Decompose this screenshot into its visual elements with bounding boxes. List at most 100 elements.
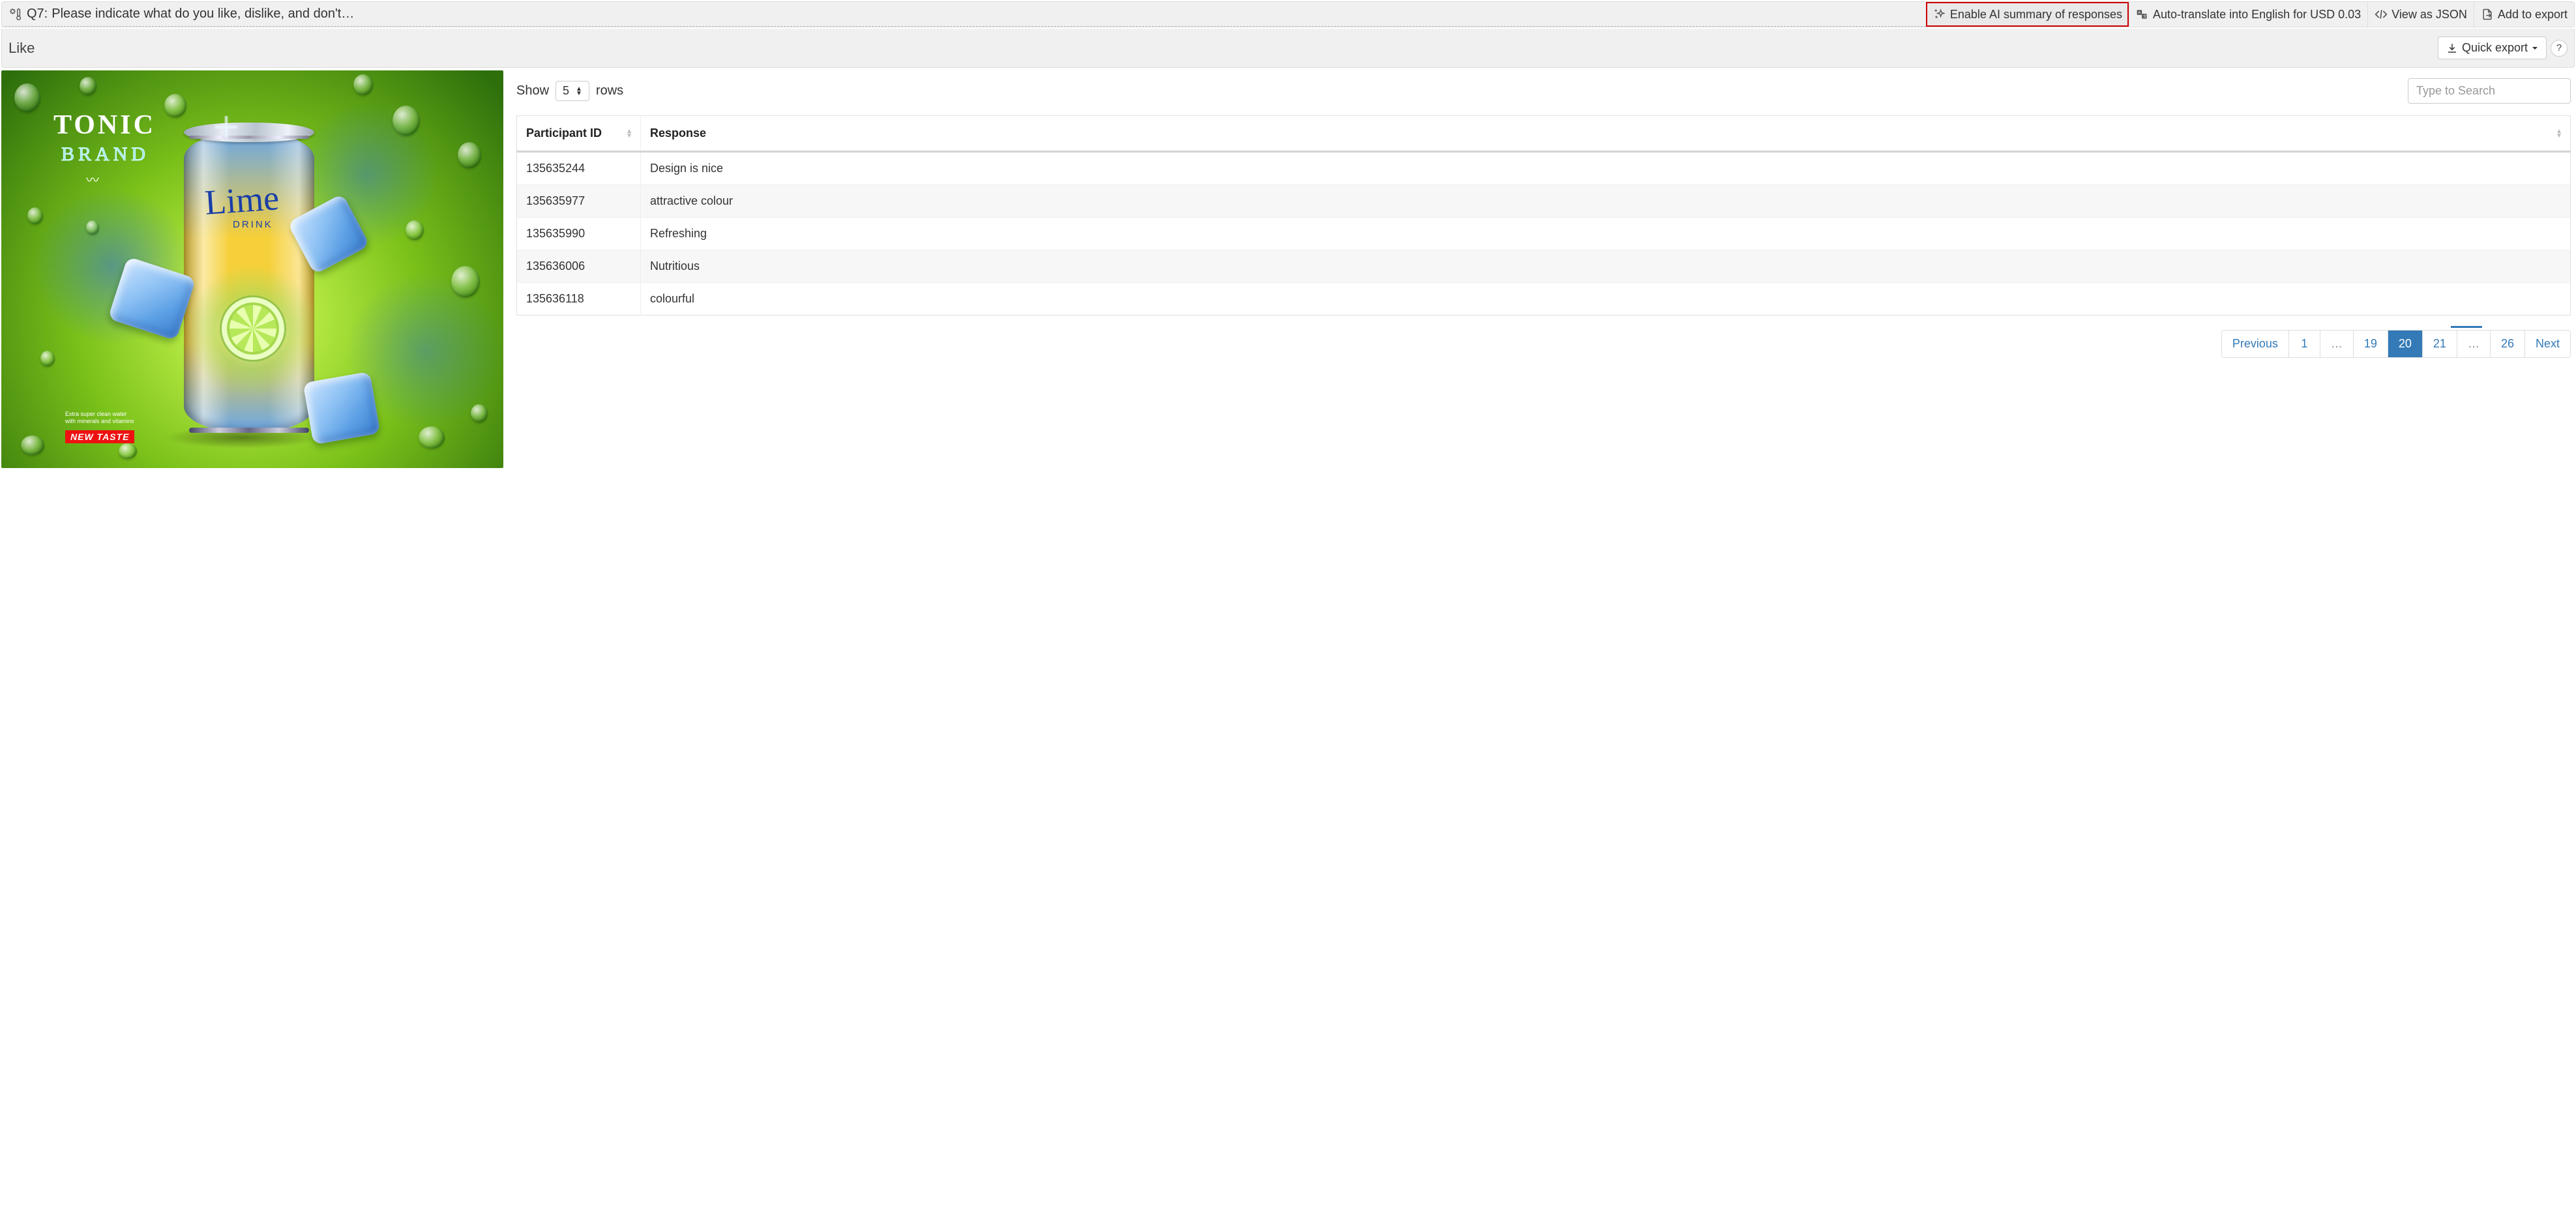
water-drop-icon	[119, 443, 137, 459]
cell-response: Nutritious	[641, 250, 2571, 283]
stimulus-brand-text: BRAND	[61, 143, 149, 166]
swirl-icon: 〰	[86, 169, 99, 188]
water-drop-icon	[14, 83, 40, 112]
cell-response: attractive colour	[641, 185, 2571, 218]
water-drop-icon	[406, 220, 424, 240]
auto-translate-label: Auto-translate into English for USD 0.03	[2153, 8, 2361, 22]
view-as-json-label: View as JSON	[2391, 8, 2467, 22]
view-as-json-button[interactable]: View as JSON	[2367, 2, 2474, 27]
stimulus-image: TONIC BRAND 〰 Lime DRINK Extra super cle…	[1, 70, 503, 468]
sort-icon: ▲▼	[626, 129, 632, 138]
lime-slice-icon	[222, 297, 284, 360]
pagination-page-active[interactable]: 20	[2388, 331, 2422, 357]
cell-participant-id: 135636118	[517, 283, 641, 316]
responses-table: Participant ID ▲▼ Response ▲▼ 135635244D…	[516, 115, 2571, 316]
table-row[interactable]: 135635977attractive colour	[517, 185, 2571, 218]
cell-participant-id: 135635990	[517, 218, 641, 250]
file-export-icon	[2481, 8, 2494, 21]
column-header-response[interactable]: Response ▲▼	[641, 116, 2571, 152]
header-response-label: Response	[650, 126, 706, 140]
water-drop-icon	[458, 142, 481, 168]
enable-ai-summary-button[interactable]: Enable AI summary of responses	[1926, 2, 2129, 27]
subheader-bar: Like Quick export ?	[1, 29, 2575, 68]
quick-export-label: Quick export	[2462, 41, 2528, 55]
cell-response: Design is nice	[641, 152, 2571, 185]
content-area: TONIC BRAND 〰 Lime DRINK Extra super cle…	[0, 69, 2576, 469]
water-drop-icon	[40, 351, 55, 366]
thermometer-gear-icon	[8, 7, 23, 22]
download-icon	[2446, 42, 2458, 54]
water-drop-icon	[27, 207, 43, 224]
enable-ai-summary-label: Enable AI summary of responses	[1950, 8, 2122, 22]
svg-text:文: 文	[2143, 14, 2147, 19]
can-label-lime: Lime	[203, 177, 280, 223]
can-rim	[189, 136, 309, 139]
water-drop-icon	[21, 435, 44, 455]
cell-participant-id: 135635244	[517, 152, 641, 185]
add-to-export-button[interactable]: Add to export	[2474, 2, 2574, 27]
table-row[interactable]: 135635990Refreshing	[517, 218, 2571, 250]
search-input[interactable]	[2408, 78, 2571, 104]
water-drop-icon	[419, 426, 445, 449]
water-drop-icon	[80, 77, 96, 95]
water-drop-icon	[353, 74, 373, 95]
water-drop-icon	[392, 106, 420, 136]
responses-panel: Show 5 ▲▼ rows Participant ID ▲▼	[516, 70, 2575, 358]
new-taste-badge: NEW TASTE	[65, 430, 134, 443]
fine-print-line2: with minerals and vitamins	[65, 418, 134, 426]
column-header-participant-id[interactable]: Participant ID ▲▼	[517, 116, 641, 152]
sparkle-ai-icon	[1933, 8, 1946, 21]
auto-translate-button[interactable]: A文 Auto-translate into English for USD 0…	[2129, 2, 2367, 27]
table-row[interactable]: 135636118colourful	[517, 283, 2571, 316]
rows-label: rows	[596, 83, 623, 98]
cell-response: Refreshing	[641, 218, 2571, 250]
translate-icon: A文	[2136, 8, 2149, 21]
show-label: Show	[516, 83, 549, 98]
sparkle-icon	[215, 116, 237, 138]
water-drop-icon	[451, 266, 480, 297]
cell-participant-id: 135635977	[517, 185, 641, 218]
cell-participant-id: 135636006	[517, 250, 641, 283]
add-to-export-label: Add to export	[2498, 8, 2568, 22]
caret-down-icon	[2532, 45, 2538, 51]
quick-export-button[interactable]: Quick export	[2438, 37, 2547, 59]
water-drop-icon	[471, 404, 488, 422]
question-text: Please indicate what do you like, dislik…	[52, 7, 1919, 22]
table-controls: Show 5 ▲▼ rows	[516, 78, 2571, 104]
water-drop-icon	[86, 220, 99, 235]
pagination-page[interactable]: 21	[2422, 331, 2457, 357]
header-pid-label: Participant ID	[526, 126, 602, 140]
ice-cube-icon	[303, 372, 380, 445]
spinner-arrows-icon: ▲▼	[576, 87, 582, 96]
table-row[interactable]: 135636006Nutritious	[517, 250, 2571, 283]
pagination-previous[interactable]: Previous	[2222, 331, 2288, 357]
stimulus-tonic-text: TONIC	[53, 110, 156, 141]
sort-icon: ▲▼	[2556, 129, 2562, 138]
question-code: Q7:	[27, 7, 48, 22]
pagination-page[interactable]: 1	[2288, 331, 2320, 357]
question-title[interactable]: Q7: Please indicate what do you like, di…	[2, 2, 1926, 27]
page-size-control: Show 5 ▲▼ rows	[516, 81, 623, 101]
pagination-ellipsis: …	[2320, 331, 2353, 357]
pagination-marker	[2451, 326, 2482, 328]
can-label-drink: DRINK	[233, 219, 273, 230]
page-size-spinner[interactable]: 5 ▲▼	[555, 81, 589, 101]
cell-response: colourful	[641, 283, 2571, 316]
question-toolbar: Q7: Please indicate what do you like, di…	[1, 1, 2575, 27]
ice-cube-icon	[108, 256, 196, 340]
table-row[interactable]: 135635244Design is nice	[517, 152, 2571, 185]
svg-text:A: A	[2138, 11, 2140, 15]
can-bottom-rim	[189, 428, 309, 433]
pagination: Previous1…192021…26Next	[516, 330, 2571, 358]
fine-print-line1: Extra super clean water	[65, 411, 134, 419]
stimulus-fine-print: Extra super clean water with minerals an…	[65, 411, 134, 426]
pagination-next[interactable]: Next	[2524, 331, 2570, 357]
can-top	[184, 123, 314, 142]
water-drop-icon	[164, 94, 186, 117]
pagination-ellipsis: …	[2457, 331, 2490, 357]
code-icon	[2375, 8, 2388, 21]
page-size-value: 5	[563, 84, 569, 98]
help-button[interactable]: ?	[2551, 40, 2568, 57]
pagination-page[interactable]: 19	[2353, 331, 2388, 357]
pagination-page[interactable]: 26	[2490, 331, 2524, 357]
